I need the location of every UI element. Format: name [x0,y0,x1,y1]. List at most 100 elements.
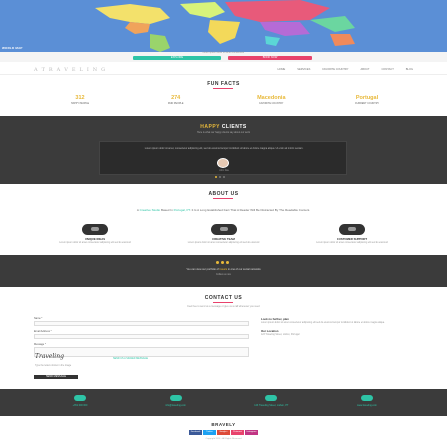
feature-title: CREATIVE TEAM [212,237,235,241]
band-text-part: in one of our social networks [227,268,261,271]
about-text-part: . It Is A Long Established Fact That A R… [189,208,311,212]
contact-form: Name * Email Address * Message * [34,317,249,361]
strip-item-website[interactable]: www.traveling.com [327,395,407,407]
clients-title-highlight: HAPPY [200,124,220,130]
map-pin-icon [265,395,278,401]
features-list: UNIQUE IDEAS Lorem ipsum dolor sit amet … [40,224,407,245]
world-map-graphic [0,0,447,52]
social-band: You can view our portfolio of travels in… [0,255,447,287]
message-label: Message * [34,343,46,346]
fact-number: Portugal [355,95,379,101]
strip-text: +351 000 000 [72,404,88,407]
fact-number: Macedonia [257,95,286,101]
contact-strip-list: +351 000 000 info@traveling.com 123 Trav… [40,395,407,407]
nav-menu: HOME SERVICES FAVORITE COUNTRY ABOUT CON… [278,68,414,71]
fact-number: 274 [171,95,181,101]
clients-subtitle: Here is what our happy clients say about… [197,131,250,134]
carousel-dot[interactable] [223,176,225,178]
title-divider [213,302,233,303]
feature-desc: Lorem ipsum dolor sit amet consectetur a… [59,242,131,244]
about-link-location[interactable]: Portugal, PT [174,208,190,212]
nav-item-services[interactable]: SERVICES [297,68,310,71]
feature-item: CREATIVE TEAM Lorem ipsum dolor sit amet… [169,224,279,245]
about-text-part: Based In [160,208,173,212]
carousel-dot[interactable] [219,176,221,178]
carousel-dot[interactable] [215,176,217,178]
band-text: You can view our portfolio of travels in… [0,268,447,271]
site-logo[interactable]: A T R A V E L I N G [34,67,106,73]
copyright: Copyright 2016 - All Rights Reserved [205,438,242,440]
fact-item: 312 HAPPY PEOPLE [40,95,120,105]
support-icon [339,224,365,235]
feature-title: UNIQUE IDEAS [84,237,106,241]
google-plus-button[interactable]: Google+ [217,430,230,435]
signature-image: Traveling [35,353,64,360]
nav-item-about[interactable]: ABOUT [361,68,370,71]
fact-item: Portugal CURRENT COUNTRY [327,95,407,105]
about-title: ABOUT US [208,191,239,197]
email-input[interactable] [34,334,249,339]
name-input[interactable] [34,321,249,326]
feature-item: UNIQUE IDEAS Lorem ipsum dolor sit amet … [40,224,150,245]
twitter-button[interactable]: Twitter [203,430,216,435]
testimonial-author: John Doe [219,170,229,172]
band-link-travels[interactable]: travels [219,268,227,271]
band-subtitle: Follow us now [216,274,231,276]
send-message-button[interactable]: SEND MESSAGE [34,375,78,379]
fact-number: 312 [75,95,85,101]
hero-label: WORLD MAP [2,46,23,50]
testimonial-card: Lorem ipsum dolor sit amet, consectetur … [99,141,347,175]
pinterest-button[interactable]: Pinterest [231,430,244,435]
book-now-button[interactable]: BOOK NOW [228,56,312,60]
strip-item-email[interactable]: info@traveling.com [136,395,216,407]
strip-item-address[interactable]: 123 Traveling Street, Lisbon, PT [231,395,311,407]
name-label: Name * [34,317,43,320]
lightbulb-icon [82,224,108,235]
fact-label: CURRENT COUNTRY [354,102,380,105]
fun-facts-title: FUN FACTS [207,81,240,87]
footer-logo[interactable]: BRAVELY [0,422,447,427]
title-divider [213,198,233,199]
fact-label: PAID PEOPLE [167,102,184,105]
location-title: Our Location [261,329,279,333]
band-text-part: You can view our portfolio of [186,268,219,271]
fun-facts-list: 312 HAPPY PEOPLE 274 PAID PEOPLE Macedon… [40,95,407,105]
band-dots-icon [216,261,229,264]
feature-desc: Lorem ipsum dolor sit amet consectetur a… [187,242,260,244]
captcha-note: Type the letters shown in the image [35,365,72,367]
avatar [217,158,229,168]
instagram-button[interactable]: Instagram [245,430,258,435]
info-text: Lorem ipsum dolor sit amet consectetur a… [261,322,385,324]
location-text: 123 Traveling Street, Lisbon, Portugal [261,334,300,336]
clients-title: HAPPY CLIENTS [0,124,447,130]
facebook-button[interactable]: Facebook [189,430,202,435]
title-divider [213,88,233,89]
nav-item-blog[interactable]: BLOG [406,68,413,71]
nav-item-favorite-country[interactable]: FAVORITE COUNTRY [322,68,348,71]
strip-text: www.traveling.com [357,404,377,407]
about-text-part: A [136,208,139,212]
contact-strip: +351 000 000 info@traveling.com 123 Trav… [0,389,447,416]
clients-title-rest: CLIENTS [221,124,247,130]
feature-title: CUSTOMER SUPPORT [336,237,368,241]
team-icon [210,224,237,235]
info-title: Look no further, plan [261,317,289,321]
phone-icon [74,395,86,401]
testimonial-text: Lorem ipsum dolor sit amet, consectetur … [144,147,304,150]
globe-icon [360,395,373,401]
hero-caption: Lorem ipsum dolor sit amet consectetur [202,51,245,54]
explore-button[interactable]: EXPLORE [133,56,221,60]
fact-label: HAPPY PEOPLE [70,102,90,105]
message-textarea[interactable] [34,347,249,357]
social-links: Facebook Twitter Google+ Pinterest Insta… [189,430,258,435]
contact-subtitle: Feel free to send us a message or give u… [187,305,260,308]
strip-item-phone[interactable]: +351 000 000 [40,395,120,407]
carousel-dots [215,176,225,178]
contact-info: Look no further, plan Lorem ipsum dolor … [261,317,411,337]
navbar: A T R A V E L I N G HOME SERVICES FAVORI… [0,63,447,75]
signed-message-link[interactable]: SEND US A SIGNED MESSAGE [113,357,148,360]
about-link-studio[interactable]: Creative Studio [140,208,161,212]
nav-item-home[interactable]: HOME [278,68,286,71]
nav-item-contact[interactable]: CONTACT [381,68,393,71]
about-text: A Creative Studio Based In Portugal, PT.… [70,208,377,212]
